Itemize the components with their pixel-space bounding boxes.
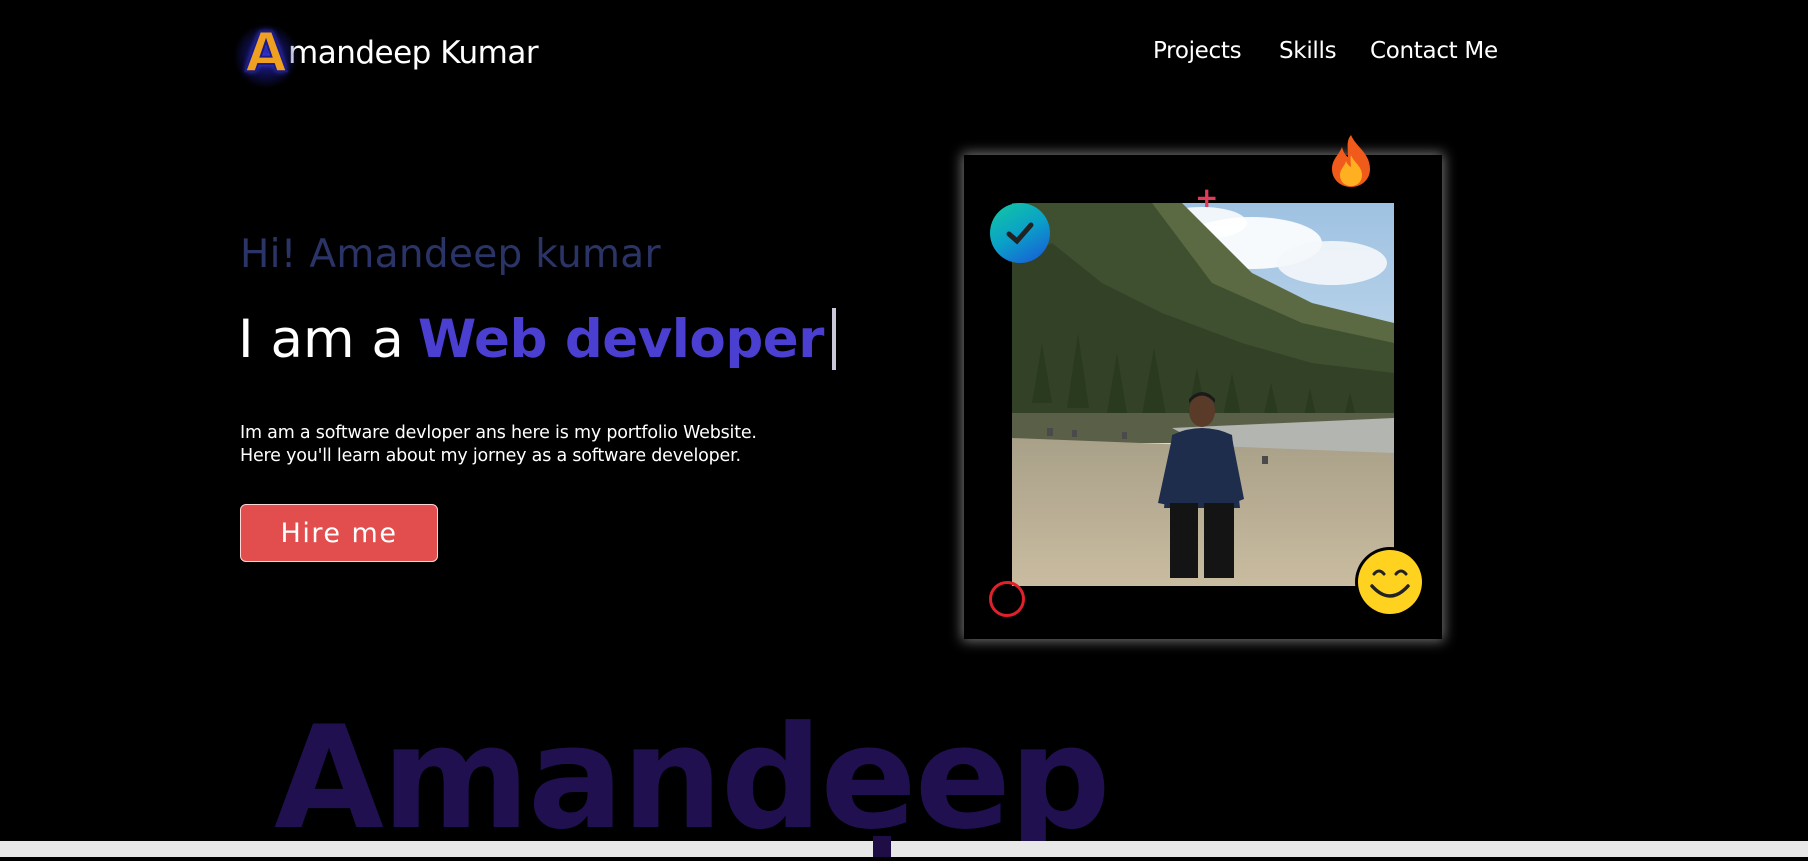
logo-mark: A [234,21,298,88]
plus-icon: + [1195,181,1219,214]
headline-role: Web devloper [417,308,824,370]
profile-photo [1012,203,1394,586]
intro-line: Im am a software devloper ans here is my… [240,423,757,443]
profile-photo-illustration [1012,203,1394,586]
nav-link-skills[interactable]: Skills [1279,38,1337,64]
typing-caret [831,308,836,370]
logo-letter: A [244,21,288,84]
nav-link-contact[interactable]: Contact Me [1370,38,1498,64]
logo[interactable]: A mandeep Kumar [234,21,539,88]
hire-me-button[interactable]: Hire me [240,504,438,562]
check-icon [990,203,1050,263]
logo-name: mandeep Kumar [288,35,539,71]
fire-icon [1332,135,1370,187]
headline-prefix: I am a [238,308,404,370]
check-mark [1006,222,1034,245]
hero-intro: Im am a software devloper ans here is my… [240,422,800,468]
hero-greeting: Hi! Amandeep kumar [240,232,661,277]
background-name-text: Amandeep [274,696,1111,861]
hero-headline: I am a Web devloper [238,306,836,372]
nav-link-projects[interactable]: Projects [1153,38,1242,64]
ring-icon [989,581,1025,617]
decorative-bar [873,836,891,857]
smile-icon [1355,547,1425,617]
page-bottom-strip [0,841,1808,857]
intro-line: Here you'll learn about my jorney as a s… [240,446,741,466]
